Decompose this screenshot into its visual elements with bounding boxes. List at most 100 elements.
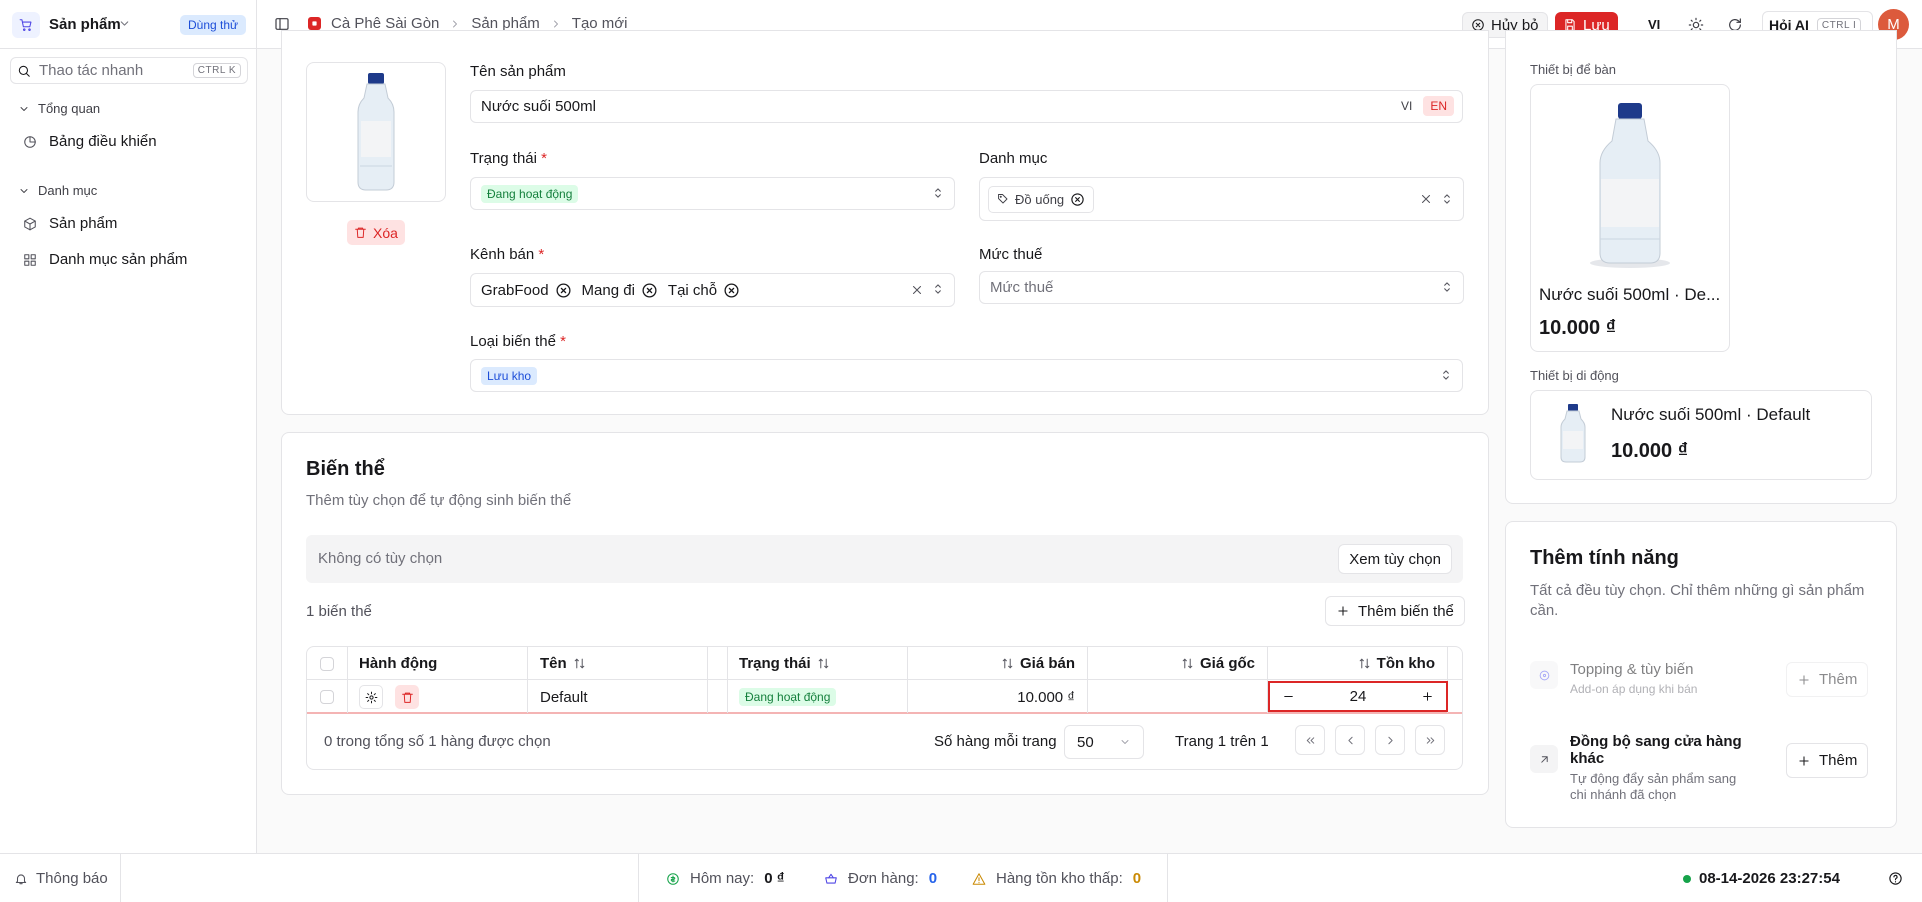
footer-divider — [120, 854, 121, 902]
online-status-dot — [1683, 874, 1691, 883]
sidebar: Thao tác nhanh CTRL K Tổng quan Bảng điề… — [0, 49, 257, 853]
row-price[interactable]: 10.000 ₫ — [907, 681, 1075, 713]
plus-icon — [1797, 673, 1811, 687]
lang-vi-button[interactable]: VI — [1394, 96, 1419, 116]
help-icon[interactable] — [1888, 871, 1903, 886]
row-status-badge: Đang hoạt động — [739, 688, 837, 706]
features-subtitle: Tất cả đều tùy chọn. Chỉ thêm những gì s… — [1530, 582, 1865, 619]
tax-select[interactable]: Mức thuế — [979, 271, 1464, 304]
delete-row-button[interactable] — [395, 685, 419, 709]
increment-button[interactable] — [1421, 690, 1434, 703]
remove-chip-icon[interactable] — [1070, 192, 1085, 207]
remove-chip-icon[interactable] — [723, 282, 740, 299]
row-underline — [307, 712, 1462, 714]
clear-icon[interactable] — [910, 283, 924, 297]
remove-chip-icon[interactable] — [641, 282, 658, 299]
sort-icon — [1181, 657, 1194, 670]
search-icon — [17, 64, 31, 78]
chevrons-up-down-icon — [931, 186, 945, 200]
row-name[interactable]: Default — [540, 681, 588, 713]
status-select[interactable]: Đang hoạt động — [470, 177, 955, 210]
view-options-button[interactable]: Xem tùy chọn — [1338, 544, 1452, 574]
chevron-right-icon — [449, 18, 461, 30]
column-name-label: Tên — [540, 655, 567, 672]
sidebar-item-label: Bảng điều khiển — [49, 133, 157, 150]
prev-page-button[interactable] — [1335, 725, 1365, 755]
select-all-checkbox[interactable] — [320, 647, 340, 680]
channel-select[interactable]: GrabFood Mang đi Tại chỗ — [470, 273, 955, 307]
sidebar-group-label: Tổng quan — [38, 101, 101, 116]
last-page-button[interactable] — [1415, 725, 1445, 755]
column-status[interactable]: Trạng thái — [739, 647, 830, 680]
quick-action-label: Thao tác nhanh — [39, 62, 144, 79]
tag-icon — [997, 193, 1009, 205]
row-checkbox[interactable] — [320, 681, 340, 713]
required-mark: * — [538, 246, 545, 263]
decrement-button[interactable] — [1282, 690, 1295, 703]
box-icon — [23, 217, 37, 231]
lang-en-button[interactable]: EN — [1423, 96, 1454, 116]
channel-chip-takeaway: Mang đi — [582, 282, 658, 299]
tax-placeholder: Mức thuế — [990, 279, 1054, 296]
column-price[interactable]: Giá bán — [907, 647, 1075, 680]
add-sync-button[interactable]: Thêm — [1786, 743, 1869, 778]
channel-chip-label: Tại chỗ — [667, 281, 718, 299]
plus-icon — [1336, 604, 1350, 618]
gear-icon — [365, 691, 377, 703]
low-stock-count: Hàng tồn kho thấp: 0 — [972, 870, 1141, 887]
row-cost[interactable] — [1087, 681, 1255, 713]
variant-type-select[interactable]: Lưu kho — [470, 359, 1463, 392]
next-page-button[interactable] — [1375, 725, 1405, 755]
required-mark: * — [560, 333, 566, 350]
selection-info: 0 trong tổng số 1 hàng được chọn — [324, 733, 551, 750]
column-cost-label: Giá gốc — [1199, 655, 1255, 672]
chevrons-up-down-icon — [1440, 192, 1454, 206]
app-switcher[interactable]: Sản phẩm Dùng thử — [0, 0, 257, 49]
low-stock-label: Hàng tồn kho thấp: — [996, 870, 1123, 887]
grid-icon — [23, 253, 37, 267]
view-options-label: Xem tùy chọn — [1349, 550, 1441, 568]
product-name-input[interactable]: Nước suối 500ml VI EN — [470, 90, 1463, 123]
sidebar-item-categories[interactable]: Danh mục sản phẩm — [23, 251, 187, 268]
category-chip-label: Đồ uống — [1015, 191, 1065, 207]
chevron-down-icon — [18, 103, 30, 115]
clear-icon[interactable] — [1419, 192, 1433, 206]
rows-per-page-select[interactable]: 50 — [1064, 725, 1144, 759]
first-page-button[interactable] — [1295, 725, 1325, 755]
category-select[interactable]: Đồ uống — [979, 177, 1464, 221]
stock-input[interactable]: 24 — [1310, 688, 1406, 705]
dollar-circle-icon — [666, 872, 680, 886]
column-name[interactable]: Tên — [540, 647, 586, 680]
column-cost[interactable]: Giá gốc — [1087, 647, 1255, 680]
add-variant-button[interactable]: Thêm biến thể — [1325, 596, 1465, 626]
notifications-button[interactable]: Thông báo — [14, 870, 108, 887]
column-status-label: Trạng thái — [739, 655, 811, 672]
sidebar-group-catalog[interactable]: Danh mục — [18, 183, 97, 198]
add-topping-button[interactable]: Thêm — [1786, 662, 1869, 697]
variant-count: 1 biến thể — [306, 603, 372, 620]
sidebar-item-products[interactable]: Sản phẩm — [23, 215, 117, 232]
low-stock-value: 0 — [1132, 870, 1142, 887]
quick-action-search[interactable]: Thao tác nhanh CTRL K — [10, 57, 248, 84]
feature-desc: Tự động đẩy sản phẩm sang chi nhánh đã c… — [1570, 771, 1737, 802]
chevron-down-icon — [18, 185, 30, 197]
required-mark: * — [541, 150, 547, 167]
channel-chip-label: GrabFood — [481, 281, 549, 299]
channel-label: Kênh bán * — [470, 246, 544, 263]
sidebar-group-overview[interactable]: Tổng quan — [18, 101, 100, 116]
settings-button[interactable] — [359, 685, 383, 709]
product-name-label: Tên sản phẩm — [470, 63, 566, 80]
row-status[interactable]: Đang hoạt động — [739, 681, 837, 713]
status-label: Trạng thái * — [470, 150, 547, 167]
channel-chip-label: Mang đi — [581, 281, 635, 299]
orders-count: Đơn hàng: 0 — [824, 870, 937, 887]
delete-image-button[interactable]: Xóa — [347, 220, 405, 245]
remove-chip-icon[interactable] — [555, 282, 572, 299]
rows-per-page-value: 50 — [1077, 733, 1094, 751]
column-stock[interactable]: Tồn kho — [1267, 647, 1435, 680]
variant-type-label-text: Loại biến thể — [470, 333, 556, 350]
feature-title: Đồng bộ sang cửa hàng khác — [1570, 733, 1742, 767]
sidebar-item-dashboard[interactable]: Bảng điều khiển — [23, 133, 157, 150]
plus-icon — [1797, 754, 1811, 768]
product-image[interactable] — [306, 62, 446, 202]
